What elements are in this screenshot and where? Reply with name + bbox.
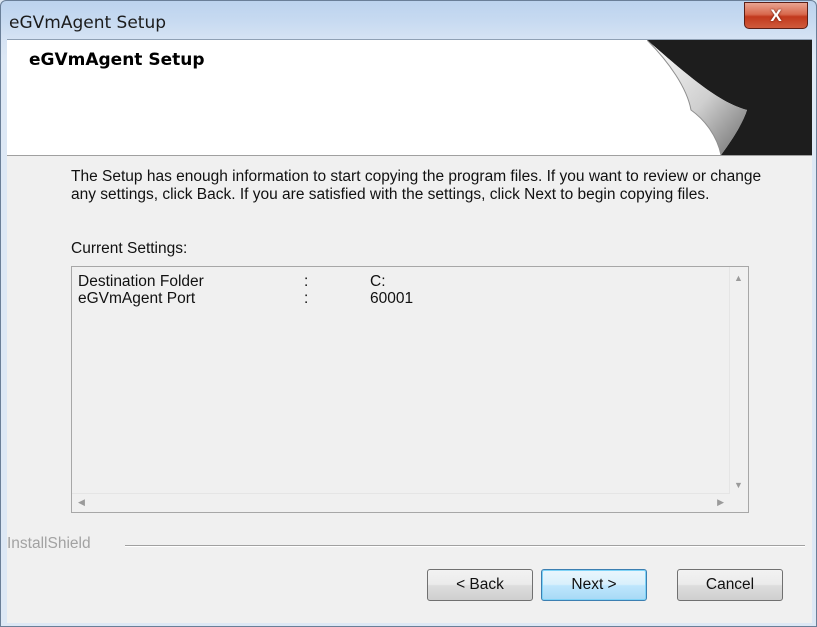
back-button[interactable]: < Back [427,569,533,601]
setting-value: 60001 [370,290,414,307]
installshield-label: InstallShield [7,535,91,552]
close-icon: X [770,5,782,25]
dialog-client-area: eGVmAgent Setup The Setup has enough inf… [7,39,812,623]
settings-rows: Destination Folder : C: eGVmAgent Port :… [78,273,718,307]
current-settings-label: Current Settings: [71,240,188,257]
scroll-up-icon[interactable]: ▲ [734,273,743,283]
next-button[interactable]: Next > [541,569,647,601]
cancel-button[interactable]: Cancel [677,569,783,601]
intro-text: The Setup has enough information to star… [71,168,762,203]
setup-window: eGVmAgent Setup X eGVmAgent Setup The Se… [0,0,817,627]
setting-separator: : [304,290,309,307]
settings-row: Destination Folder : C: [78,273,718,290]
title-bar[interactable]: eGVmAgent Setup X [1,1,816,39]
dialog-header: eGVmAgent Setup [7,40,812,156]
window-title: eGVmAgent Setup [9,13,167,33]
close-button[interactable]: X [744,2,808,29]
setting-key: Destination Folder [78,273,204,290]
settings-list[interactable]: Destination Folder : C: eGVmAgent Port :… [71,266,749,513]
scrollbar-corner [730,494,748,512]
setting-separator: : [304,273,309,290]
installshield-separator: InstallShield [7,535,812,555]
setting-value: C: [370,273,386,290]
header-title: eGVmAgent Setup [29,50,205,70]
setting-key: eGVmAgent Port [78,290,196,307]
scroll-left-icon[interactable]: ◀ [78,497,85,508]
settings-row: eGVmAgent Port : 60001 [78,290,718,307]
page-curl-icon [647,40,812,155]
separator-line [125,545,805,547]
scroll-right-icon[interactable]: ▶ [717,497,724,508]
horizontal-scrollbar[interactable]: ◀ ▶ [72,493,730,512]
scroll-down-icon[interactable]: ▼ [734,480,743,490]
vertical-scrollbar[interactable]: ▲ ▼ [729,267,748,494]
